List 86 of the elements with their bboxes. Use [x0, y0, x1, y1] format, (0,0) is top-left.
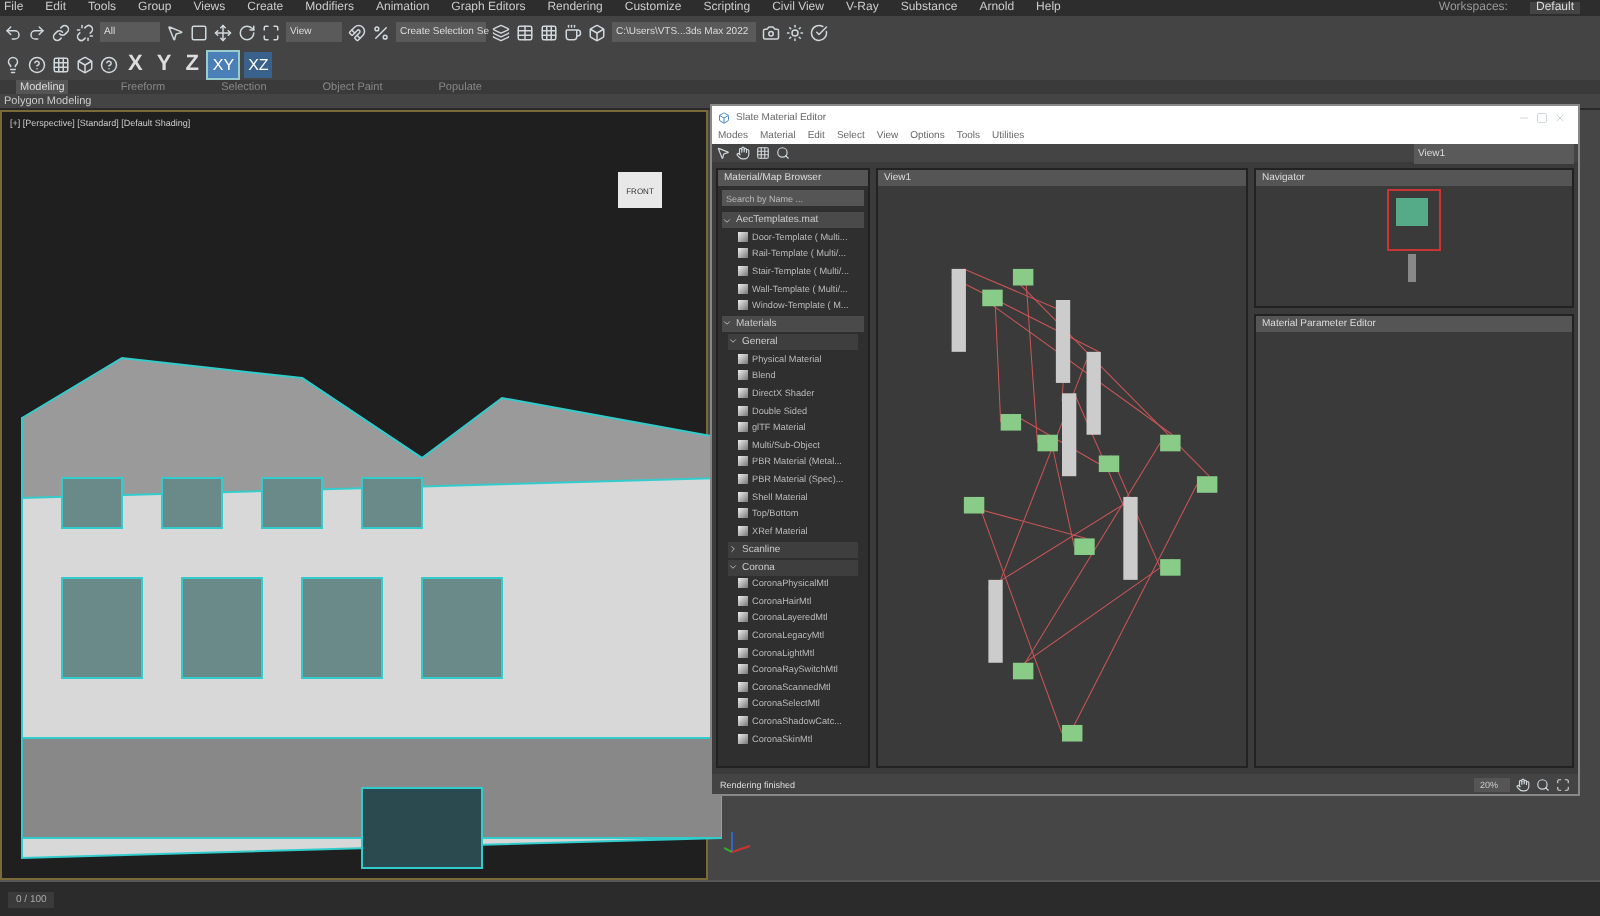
material-swatch-icon [738, 473, 748, 484]
material-swatch-icon [738, 681, 748, 692]
zoom-icon[interactable] [1536, 777, 1550, 791]
graph-node[interactable] [1086, 351, 1101, 435]
undo-icon[interactable] [4, 23, 22, 41]
sun-icon[interactable] [786, 23, 804, 41]
move-icon[interactable] [214, 23, 232, 41]
zoom-extents-icon[interactable] [1556, 777, 1570, 791]
graph-node[interactable] [1000, 413, 1022, 431]
material-swatch-icon [738, 300, 748, 311]
graph-node[interactable] [1012, 662, 1034, 679]
graph-node[interactable] [988, 579, 1003, 663]
graph-node[interactable] [1037, 434, 1058, 451]
material-swatch-icon [738, 283, 748, 294]
box-icon[interactable] [588, 23, 606, 41]
material-swatch-icon [738, 265, 748, 276]
axis-constraint[interactable]: Z [181, 52, 203, 76]
region-select-icon[interactable] [190, 23, 208, 41]
collapsed-icon [728, 544, 738, 554]
app-icon [718, 111, 730, 123]
light-icon[interactable] [4, 55, 22, 73]
plane-constraint-button[interactable]: XY [208, 51, 239, 77]
material-swatch-icon [738, 664, 748, 675]
graph-node[interactable] [951, 268, 966, 352]
hand-icon[interactable] [736, 146, 750, 160]
material-swatch-icon [738, 405, 748, 416]
material-swatch-icon [738, 612, 748, 623]
material-swatch-icon [738, 578, 748, 589]
search-icon[interactable] [776, 146, 790, 160]
scale-icon[interactable] [262, 23, 280, 41]
axis-constraint[interactable]: Y [152, 52, 176, 76]
graph-node[interactable] [1160, 434, 1181, 451]
graph-node[interactable] [1062, 392, 1077, 476]
axis-tripod-icon [724, 828, 752, 856]
unlink-icon[interactable] [76, 23, 94, 41]
check-icon[interactable] [810, 23, 828, 41]
graph-node[interactable] [982, 289, 1003, 306]
layers-icon[interactable] [492, 23, 510, 41]
graph-node[interactable] [1196, 475, 1218, 493]
material-swatch-icon [738, 456, 748, 467]
material-swatch-icon [738, 231, 748, 242]
cup-icon[interactable] [564, 23, 582, 41]
axis-constraint[interactable]: X [124, 52, 147, 76]
graph-node[interactable] [1062, 724, 1083, 742]
select-icon[interactable] [716, 146, 730, 160]
material-swatch-icon [738, 439, 748, 450]
material-swatch-icon [738, 647, 748, 658]
expanded-icon [728, 562, 738, 572]
grid-icon[interactable] [540, 23, 558, 41]
material-swatch-icon [738, 491, 748, 502]
graph-node[interactable] [963, 496, 985, 514]
percent-snap-icon[interactable] [372, 23, 390, 41]
select-icon[interactable] [166, 23, 184, 41]
table-icon[interactable] [516, 23, 534, 41]
box-icon[interactable] [76, 55, 94, 73]
grid-icon[interactable] [756, 146, 770, 160]
graph-node[interactable] [1123, 496, 1138, 580]
graph-node[interactable] [1074, 538, 1095, 555]
help-icon[interactable] [28, 55, 46, 73]
hand-icon[interactable] [1516, 777, 1530, 791]
navigator-preview-drawing [1384, 186, 1444, 286]
redo-icon[interactable] [28, 23, 46, 41]
graph-node[interactable] [1098, 455, 1120, 472]
plane-constraint-button[interactable]: XZ [244, 51, 273, 77]
snap-icon[interactable] [348, 23, 366, 41]
material-swatch-icon [738, 353, 748, 364]
material-swatch-icon [738, 387, 748, 398]
material-swatch-icon [738, 716, 748, 727]
link-icon[interactable] [52, 23, 70, 41]
grid-icon[interactable] [52, 55, 70, 73]
camera-icon[interactable] [762, 23, 780, 41]
material-swatch-icon [738, 508, 748, 519]
graph-node[interactable] [1055, 299, 1071, 383]
material-swatch-icon [738, 698, 748, 709]
material-swatch-icon [738, 525, 748, 536]
graph-node[interactable] [1012, 268, 1034, 286]
expanded-icon [722, 215, 732, 225]
material-swatch-icon [738, 248, 748, 259]
help-icon[interactable] [100, 55, 118, 73]
graph-node[interactable] [1160, 558, 1181, 576]
material-swatch-icon [738, 630, 748, 641]
material-swatch-icon [738, 595, 748, 606]
material-swatch-icon [738, 370, 748, 381]
material-swatch-icon [738, 422, 748, 433]
rotate-icon[interactable] [238, 23, 256, 41]
material-swatch-icon [738, 733, 748, 744]
